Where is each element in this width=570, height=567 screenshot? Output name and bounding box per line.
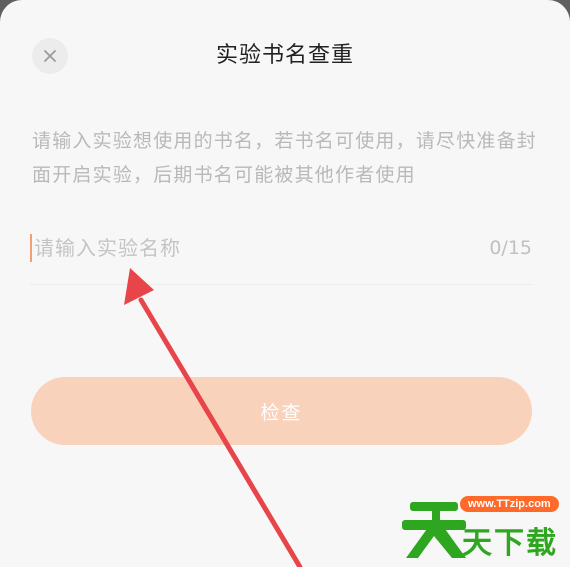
book-name-input[interactable]	[34, 228, 454, 268]
watermark-url: www.TTzip.com	[460, 496, 559, 512]
book-name-input-row: 0/15	[30, 228, 532, 285]
character-counter: 0/15	[489, 237, 532, 259]
dialog-description: 请输入实验想使用的书名，若书名可使用，请尽快准备封面开启实验，后期书名可能被其他…	[32, 130, 538, 186]
book-name-check-dialog: 实验书名查重 请输入实验想使用的书名，若书名可使用，请尽快准备封面开启实验，后期…	[0, 0, 570, 567]
site-watermark: www.TTzip.com 天下载	[392, 488, 570, 567]
watermark-text: 天下载	[462, 526, 558, 561]
text-caret	[30, 234, 32, 262]
check-button[interactable]: 检查	[31, 377, 532, 445]
dialog-title: 实验书名查重	[215, 43, 354, 68]
